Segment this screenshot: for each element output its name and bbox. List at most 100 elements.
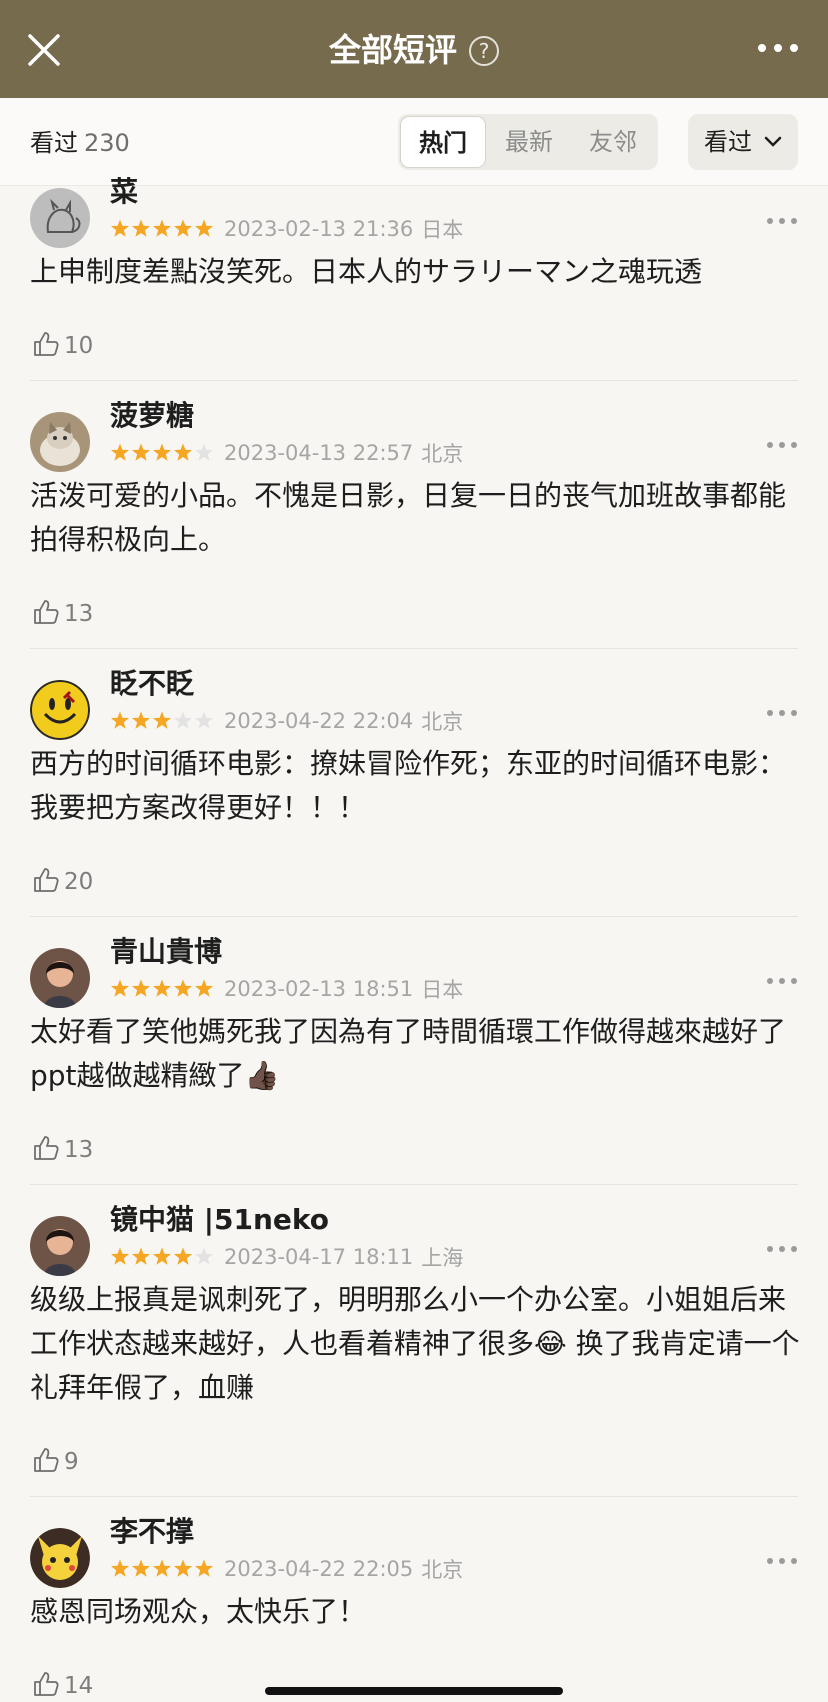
- more-options-icon[interactable]: [766, 976, 798, 986]
- star-icon: [132, 1559, 150, 1577]
- review-content: 西方的时间循环电影：撩妹冒险作死；东亚的时间循环电影：我要把方案改得更好！！！: [30, 747, 787, 824]
- divider: [30, 380, 798, 381]
- divider: [30, 916, 798, 917]
- star-icon: [153, 1247, 171, 1265]
- review-time: 2023-04-17 18:11: [224, 1245, 414, 1269]
- like-count: 20: [64, 869, 94, 895]
- reviewer-name[interactable]: 眨不眨: [110, 666, 194, 702]
- star-icon: [174, 711, 192, 729]
- tab-friends[interactable]: 友邻: [570, 114, 656, 170]
- star-icon: [111, 711, 129, 729]
- star-icon: [153, 979, 171, 997]
- thumbs-up-icon: [34, 1136, 59, 1160]
- filter-bar: 看过 230 热门 最新 友邻 看过: [0, 98, 828, 186]
- like-button[interactable]: 20: [32, 866, 93, 898]
- star-icon: [195, 1559, 213, 1577]
- like-count: 13: [64, 1137, 94, 1163]
- star-icon: [111, 1247, 129, 1265]
- review-meta: 2023-04-17 18:11 上海: [110, 1242, 463, 1270]
- rating-stars: [111, 711, 213, 729]
- review-meta: 2023-04-22 22:04 北京: [110, 706, 463, 734]
- seen-count: 看过 230: [30, 126, 130, 160]
- review-location: 北京: [421, 442, 464, 466]
- dropdown-label: 看过: [704, 128, 752, 156]
- star-icon: [153, 219, 171, 237]
- reviewer-name[interactable]: 李不撑: [110, 1514, 194, 1550]
- reviewer-name[interactable]: 菜: [110, 174, 138, 210]
- review-location: 日本: [421, 218, 464, 242]
- more-options-icon[interactable]: [766, 216, 798, 226]
- review-location: 上海: [421, 1246, 464, 1270]
- star-icon: [111, 443, 129, 461]
- cat-photo-avatar[interactable]: [30, 412, 90, 472]
- like-button[interactable]: 10: [32, 330, 93, 362]
- divider: [30, 1184, 798, 1185]
- more-options-icon[interactable]: [766, 708, 798, 718]
- star-icon: [174, 443, 192, 461]
- like-count: 9: [64, 1449, 79, 1475]
- star-icon: [195, 711, 213, 729]
- like-button[interactable]: 13: [32, 1134, 93, 1166]
- review-meta: 2023-04-22 22:05 北京: [110, 1554, 463, 1582]
- divider: [30, 648, 798, 649]
- review-content: 感恩同场观众，太快乐了！: [30, 1595, 367, 1628]
- review-time: 2023-02-13 21:36: [224, 217, 414, 241]
- review-time: 2023-04-22 22:04: [224, 709, 414, 733]
- portrait-avatar[interactable]: [30, 1216, 90, 1276]
- star-icon: [174, 1559, 192, 1577]
- thumbs-up-icon: [34, 1448, 59, 1472]
- rating-stars: [111, 979, 213, 997]
- star-icon: [153, 443, 171, 461]
- star-icon: [132, 711, 150, 729]
- smiley-face-avatar[interactable]: [30, 680, 90, 740]
- rating-stars: [111, 1247, 213, 1265]
- star-icon: [195, 979, 213, 997]
- star-icon: [132, 443, 150, 461]
- like-count: 10: [64, 333, 94, 359]
- like-button[interactable]: 13: [32, 598, 93, 630]
- reviewer-name[interactable]: 菠萝糖: [110, 398, 194, 434]
- pikachu-avatar[interactable]: [30, 1528, 90, 1588]
- star-icon: [153, 1559, 171, 1577]
- review-meta: 2023-04-13 22:57 北京: [110, 438, 463, 466]
- review-meta: 2023-02-13 21:36 日本: [110, 214, 463, 242]
- sort-tabs: 热门 最新 友邻: [398, 114, 658, 170]
- seen-count-value: 230: [84, 129, 130, 157]
- star-icon: [111, 219, 129, 237]
- star-icon: [174, 979, 192, 997]
- reviewer-name[interactable]: 镜中猫 |51neko: [110, 1202, 329, 1238]
- star-icon: [195, 1247, 213, 1265]
- more-horizontal-icon[interactable]: [756, 36, 800, 60]
- reviewer-name[interactable]: 青山貴博: [110, 934, 222, 970]
- review-content: 活泼可爱的小品。不愧是日影，日复一日的丧气加班故事都能拍得积极向上。: [30, 479, 787, 556]
- watched-filter-dropdown[interactable]: 看过: [688, 114, 798, 170]
- review-time: 2023-04-22 22:05: [224, 1557, 414, 1581]
- help-icon[interactable]: ?: [469, 36, 499, 66]
- like-count: 14: [64, 1673, 94, 1699]
- cat-sketch-avatar[interactable]: [30, 188, 90, 248]
- page-title: 全部短评?: [0, 30, 828, 70]
- tab-latest[interactable]: 最新: [486, 114, 572, 170]
- review-content: 级级上报真是讽刺死了，明明那么小一个办公室。小姐姐后来工作状态越来越好，人也看着…: [30, 1283, 800, 1404]
- more-options-icon[interactable]: [766, 440, 798, 450]
- more-options-icon[interactable]: [766, 1556, 798, 1566]
- review-content: 上申制度差點沒笑死。日本人的サラリーマン之魂玩透: [30, 255, 703, 288]
- more-options-icon[interactable]: [766, 1244, 798, 1254]
- review-location: 北京: [421, 710, 464, 734]
- top-bar: 全部短评?: [0, 0, 828, 98]
- review-location: 日本: [421, 978, 464, 1002]
- review-content: 太好看了笑他媽死我了因為有了時間循環工作做得越來越好了ppt越做越精緻了👍🏿: [30, 1015, 787, 1092]
- thumbs-up-icon: [34, 332, 59, 356]
- portrait-avatar[interactable]: [30, 948, 90, 1008]
- star-icon: [153, 711, 171, 729]
- star-icon: [195, 443, 213, 461]
- like-count: 13: [64, 601, 94, 627]
- like-button[interactable]: 9: [32, 1446, 79, 1478]
- rating-stars: [111, 443, 213, 461]
- like-button[interactable]: 14: [32, 1670, 93, 1702]
- star-icon: [132, 1247, 150, 1265]
- seen-label: 看过: [30, 129, 78, 157]
- star-icon: [111, 1559, 129, 1577]
- tab-hot[interactable]: 热门: [400, 116, 486, 168]
- divider: [30, 1496, 798, 1497]
